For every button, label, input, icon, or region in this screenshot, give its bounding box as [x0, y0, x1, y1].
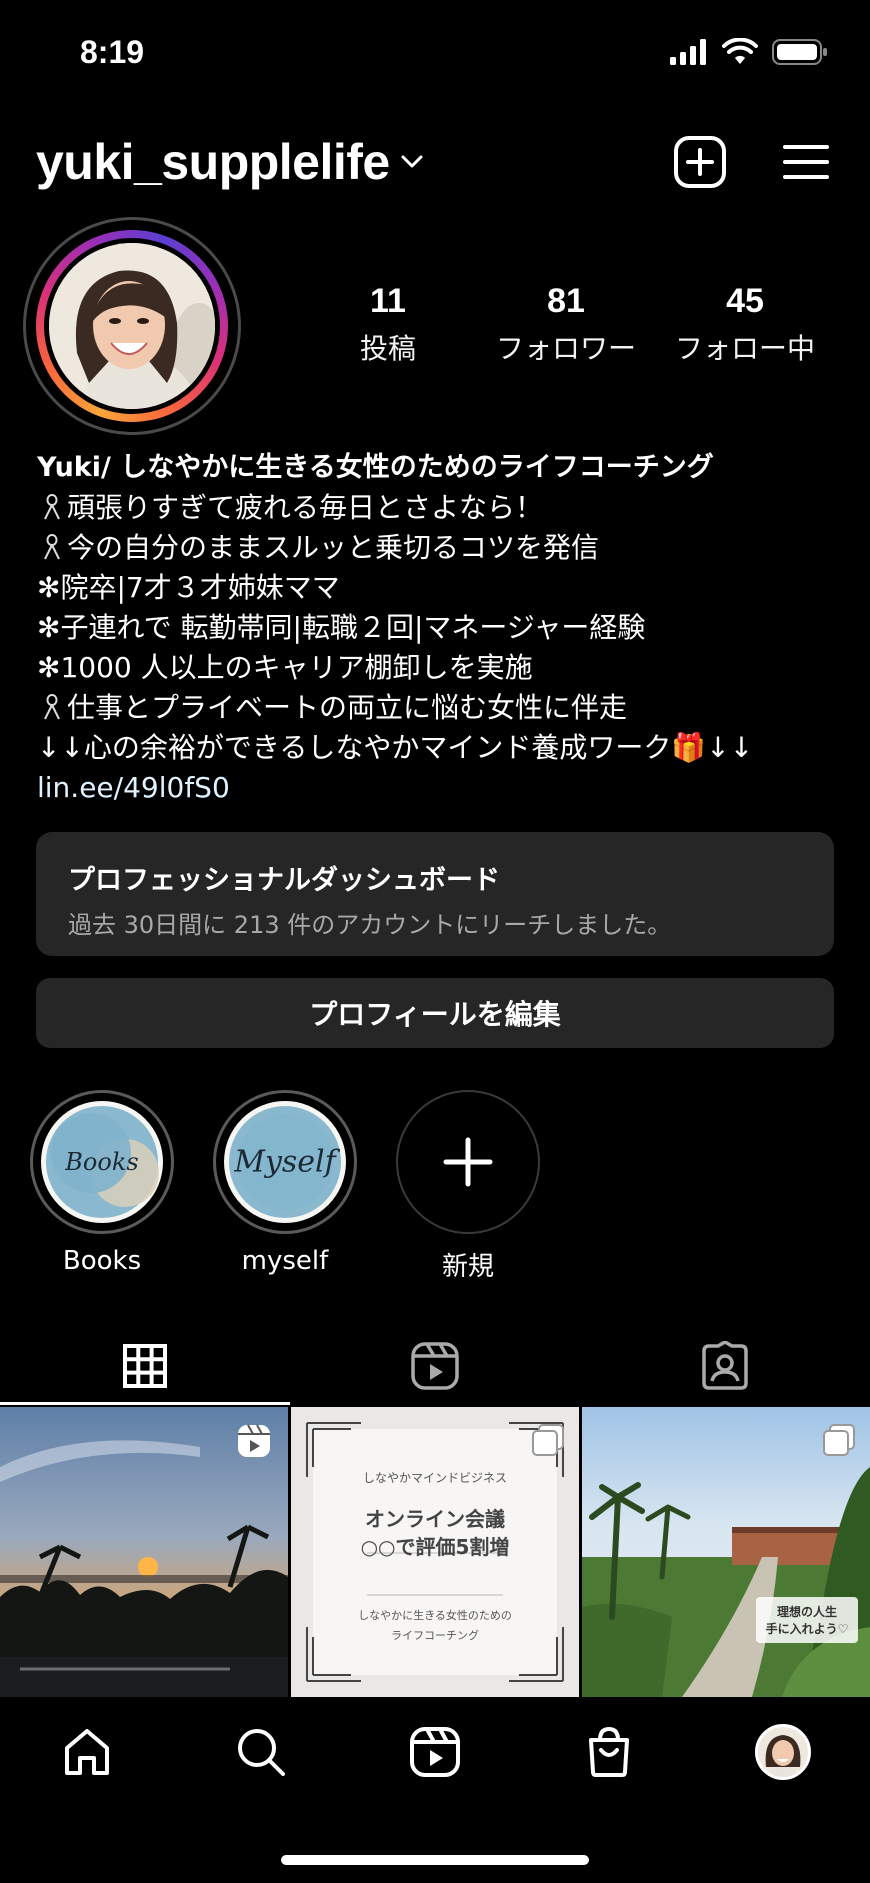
highlight-label: 新規	[441, 1252, 494, 1282]
carousel-indicator-icon	[823, 1424, 855, 1456]
bio-line: ✻子連れで 転勤帯同|転職２回|マネージャー経験	[37, 611, 646, 644]
hamburger-menu-icon	[783, 145, 829, 179]
bio-line: ✻1000 人以上のキャリア棚卸しを実施	[37, 651, 533, 684]
posts-count-label: 投稿	[359, 332, 416, 365]
avatar-photo	[49, 243, 215, 409]
posts-count[interactable]: 11 投稿	[303, 282, 473, 367]
nav-search[interactable]	[216, 1712, 306, 1792]
post-caption-overlay: 理想の人生 手に入れよう♡	[756, 1597, 858, 1643]
new-highlight[interactable]: 新規	[396, 1090, 540, 1283]
post-caption-2: 手に入れよう♡	[765, 1622, 849, 1636]
highlight-ring: Myself	[213, 1090, 357, 1234]
dashboard-subtitle: 過去 30日間に 213 件のアカウントにリーチしました。	[68, 911, 672, 939]
account-switcher[interactable]: yuki_supplelife	[36, 133, 424, 191]
highlight-cover: Myself	[224, 1101, 346, 1223]
menu-button[interactable]	[776, 132, 836, 192]
ribbon-icon	[44, 494, 60, 520]
tab-posts-grid[interactable]	[0, 1326, 290, 1406]
nav-profile[interactable]	[738, 1712, 828, 1792]
chevron-down-icon	[401, 155, 423, 168]
home-icon	[65, 1729, 109, 1775]
highlight-books[interactable]: Books Books	[30, 1090, 174, 1276]
following-count-value: 45	[726, 282, 764, 320]
nav-reels[interactable]	[390, 1712, 480, 1792]
nav-profile-avatar	[755, 1724, 811, 1780]
grid-icon	[123, 1344, 167, 1388]
plus-icon	[443, 1137, 493, 1187]
highlight-label: Books	[62, 1246, 142, 1276]
battery-icon	[772, 39, 827, 65]
ribbon-icon	[44, 694, 60, 720]
username: yuki_supplelife	[36, 134, 390, 190]
profile-avatar[interactable]	[23, 217, 241, 435]
dashboard-title: プロフェッショナルダッシュボード	[68, 865, 500, 896]
professional-dashboard[interactable]: プロフェッショナルダッシュボード 過去 30日間に 213 件のアカウントにリー…	[36, 832, 834, 956]
bio-link[interactable]: lin.ee/49l0fS0	[37, 768, 837, 808]
post-caption-1: 理想の人生	[776, 1605, 837, 1619]
tagged-person-icon	[702, 1341, 748, 1390]
bio-line: ↓↓心の余裕ができるしなやかマインド養成ワーク🎁↓↓	[37, 731, 754, 764]
create-button[interactable]	[670, 132, 730, 192]
highlight-cover-text: Books	[65, 1148, 139, 1176]
wifi-icon	[722, 38, 758, 64]
shopping-bag-icon	[589, 1726, 629, 1777]
posts-count-value: 11	[370, 282, 406, 320]
plus-square-icon	[674, 136, 726, 188]
post-headline-2: ○○で評価5割増	[360, 1535, 510, 1559]
bio-line: 頑張りすぎて疲れる毎日とさよなら！	[37, 488, 837, 528]
nav-home[interactable]	[42, 1712, 132, 1792]
reel-indicator-icon	[238, 1424, 270, 1457]
status-time: 8:19	[80, 34, 145, 70]
followers-count-value: 81	[547, 282, 585, 320]
profile-bio: Yuki/ しなやかに生きる女性のためのライフコーチング 頑張りすぎて疲れる毎日…	[37, 448, 837, 808]
tab-tagged[interactable]	[580, 1326, 870, 1406]
post-footer-1: しなやかに生きる女性のための	[358, 1609, 512, 1622]
followers-count[interactable]: 81 フォロワー	[481, 282, 651, 367]
reels-icon	[411, 1342, 459, 1390]
post-thumbnail[interactable]	[0, 1407, 288, 1697]
post-thumbnail[interactable]: 理想の人生 手に入れよう♡	[582, 1407, 870, 1697]
post-thumbnail[interactable]: しなやかマインドビジネス オンライン会議 ○○で評価5割増 しなやかに生きる女性…	[291, 1407, 579, 1697]
highlight-ring: Books	[30, 1090, 174, 1234]
edit-profile-button[interactable]: プロフィールを編集	[36, 978, 834, 1048]
followers-count-label: フォロワー	[495, 332, 636, 365]
post-footer-2: ライフコーチング	[391, 1629, 479, 1642]
highlight-label: myself	[241, 1246, 329, 1276]
search-icon	[238, 1729, 285, 1776]
post-top-text: しなやかマインドビジネス	[362, 1471, 507, 1485]
following-count[interactable]: 45 フォロー中	[660, 282, 830, 367]
highlight-cover-text: Myself	[234, 1144, 336, 1180]
ribbon-icon	[44, 534, 60, 560]
active-tab-indicator	[0, 1402, 290, 1405]
post-headline-1: オンライン会議	[365, 1507, 505, 1531]
bio-line: ✻院卒|7才３才姉妹ママ	[37, 571, 340, 604]
carousel-indicator-icon	[532, 1424, 564, 1456]
tab-reels[interactable]	[290, 1326, 580, 1406]
reels-icon	[410, 1727, 460, 1777]
bio-line: 今の自分のままスルッと乗切るコツを発信	[37, 528, 837, 568]
following-count-label: フォロー中	[674, 332, 815, 365]
new-highlight-ring	[396, 1090, 540, 1234]
bio-line: 仕事とプライベートの両立に悩む女性に伴走	[37, 688, 837, 728]
status-icons	[670, 38, 828, 66]
home-indicator	[281, 1855, 589, 1865]
story-ring	[36, 230, 228, 422]
highlight-myself[interactable]: Myself myself	[213, 1090, 357, 1276]
highlight-cover: Books	[41, 1101, 163, 1223]
cellular-signal-icon	[670, 39, 706, 65]
nav-shop[interactable]	[564, 1712, 654, 1792]
bio-name: Yuki/ しなやかに生きる女性のためのライフコーチング	[37, 452, 714, 483]
